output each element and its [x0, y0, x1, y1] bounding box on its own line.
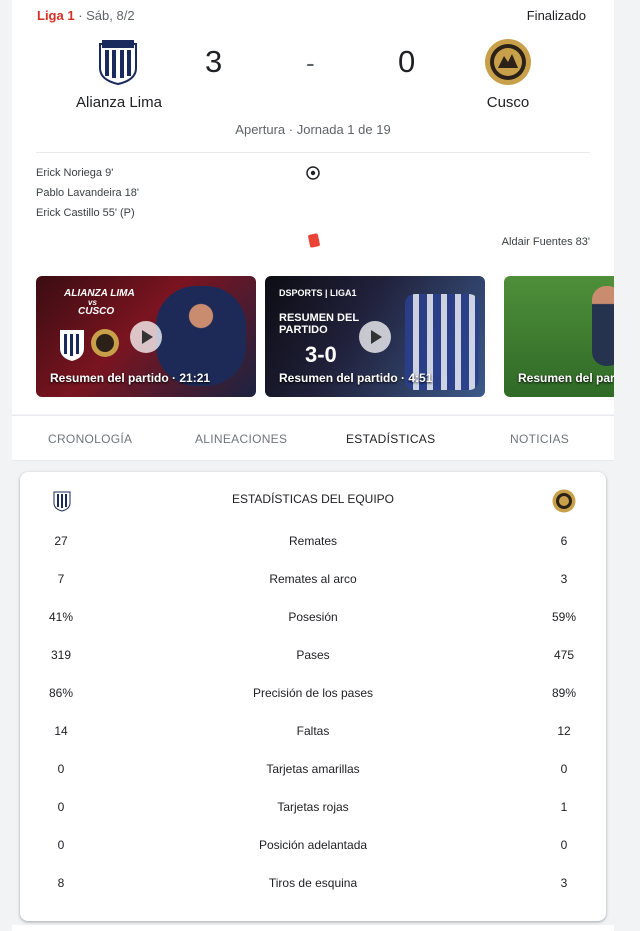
video-caption: Resumen del partido · 21:21 [50, 371, 211, 385]
video-thumbnail[interactable]: DSPORTS | LIGA1 RESUMEN DEL PARTIDO 3-0 … [265, 276, 485, 397]
video-thumbnail[interactable]: ALIANZA LIMA vs CUSCO Resumen del partid… [36, 276, 256, 397]
away-score: 0 [398, 44, 416, 79]
video-overlay-title: ALIANZA LIMA [64, 288, 135, 299]
goal-event: Erick Noriega 9' [36, 167, 114, 179]
stat-row: 86% Precisión de los pases 89% [20, 686, 606, 706]
stat-away-value: 59% [551, 610, 577, 624]
play-icon[interactable] [130, 321, 162, 353]
stat-label: Tiros de esquina [268, 876, 358, 890]
stat-away-value: 3 [560, 572, 568, 586]
match-date: · Sáb, 8/2 [74, 8, 135, 23]
home-score: 3 [205, 44, 223, 79]
stat-row: 7 Remates al arco 3 [20, 572, 606, 592]
stat-away-value: 475 [553, 648, 575, 662]
stat-away-value: 89% [551, 686, 577, 700]
stat-row: 41% Posesión 59% [20, 610, 606, 630]
stat-label: Tarjetas amarillas [266, 762, 360, 776]
match-tabs: CRONOLOGÍA ALINEACIONES ESTADÍSTICAS NOT… [12, 415, 614, 461]
referee-photo [592, 286, 614, 366]
stat-away-value: 0 [560, 762, 568, 776]
tab-noticias[interactable]: NOTICIAS [510, 416, 569, 462]
divider [36, 152, 590, 153]
video-overlay-score: 3-0 [305, 342, 337, 367]
video-overlay-brand: DSPORTS | LIGA1 [279, 288, 357, 298]
stat-row: 319 Pases 475 [20, 648, 606, 668]
stat-row: 0 Posición adelantada 0 [20, 838, 606, 858]
league-date: Liga 1 · Sáb, 8/2 [37, 8, 135, 23]
alianza-lima-crest-icon[interactable] [96, 38, 140, 86]
stat-label: Pases [296, 648, 330, 662]
stat-label: Faltas [296, 724, 330, 738]
stat-away-value: 0 [560, 838, 568, 852]
score-separator: - [306, 48, 315, 78]
stat-away-value: 3 [560, 876, 568, 890]
stat-label: Remates al arco [269, 572, 357, 586]
video-caption: Resumen del parti [518, 371, 614, 385]
video-overlay-subtitle: CUSCO [78, 306, 115, 317]
alianza-lima-crest-icon [60, 330, 84, 361]
play-icon[interactable] [359, 321, 391, 353]
cusco-crest-icon [552, 489, 576, 513]
video-overlay-title: RESUMEN DEL PARTIDO [279, 312, 359, 336]
match-round: Apertura · Jornada 1 de 19 [235, 122, 391, 137]
stat-row: 14 Faltas 12 [20, 724, 606, 744]
away-team-name[interactable]: Cusco [468, 94, 548, 111]
goal-event: Erick Castillo 55' (P) [36, 207, 135, 219]
stat-label: Remates [288, 534, 338, 548]
tab-estadisticas[interactable]: ESTADÍSTICAS [346, 416, 435, 462]
stat-row: 0 Tarjetas amarillas 0 [20, 762, 606, 782]
stat-away-value: 1 [560, 800, 568, 814]
stat-row: 0 Tarjetas rojas 1 [20, 800, 606, 820]
red-card-icon [307, 233, 321, 248]
match-card: Liga 1 · Sáb, 8/2 Finalizado 3 - 0 Alian… [12, 0, 614, 414]
stat-row: 27 Remates 6 [20, 534, 606, 554]
cusco-crest-icon [91, 329, 119, 357]
team-stats-card: ESTADÍSTICAS DEL EQUIPO 27 Remates 6 7 R… [20, 472, 606, 921]
stat-label: Precisión de los pases [252, 686, 374, 700]
cusco-crest-icon[interactable] [484, 38, 532, 86]
match-status: Finalizado [526, 8, 586, 23]
stat-away-value: 12 [557, 724, 571, 738]
tab-alineaciones[interactable]: ALINEACIONES [195, 416, 287, 462]
stat-row: 8 Tiros de esquina 3 [20, 876, 606, 896]
stat-away-value: 6 [560, 534, 568, 548]
soccer-ball-icon [306, 166, 320, 180]
away-card-event: Aldair Fuentes 83' [501, 236, 590, 248]
stat-label: Posición adelantada [258, 838, 368, 852]
tab-cronologia[interactable]: CRONOLOGÍA [48, 416, 132, 462]
video-carousel: ALIANZA LIMA vs CUSCO Resumen del partid… [36, 276, 614, 397]
league-name[interactable]: Liga 1 [37, 8, 75, 23]
home-team-name[interactable]: Alianza Lima [74, 94, 164, 111]
video-thumbnail[interactable]: Resumen del parti [504, 276, 614, 397]
goal-event: Pablo Lavandeira 18' [36, 187, 140, 199]
home-goal-events: Erick Noriega 9' Pablo Lavandeira 18' Er… [36, 166, 139, 226]
stat-label: Posesión [288, 610, 338, 624]
video-caption: Resumen del partido · 4:51 [279, 371, 433, 385]
stats-title: ESTADÍSTICAS DEL EQUIPO [231, 492, 395, 506]
next-card-edge [12, 925, 614, 931]
stat-label: Tarjetas rojas [277, 800, 349, 814]
